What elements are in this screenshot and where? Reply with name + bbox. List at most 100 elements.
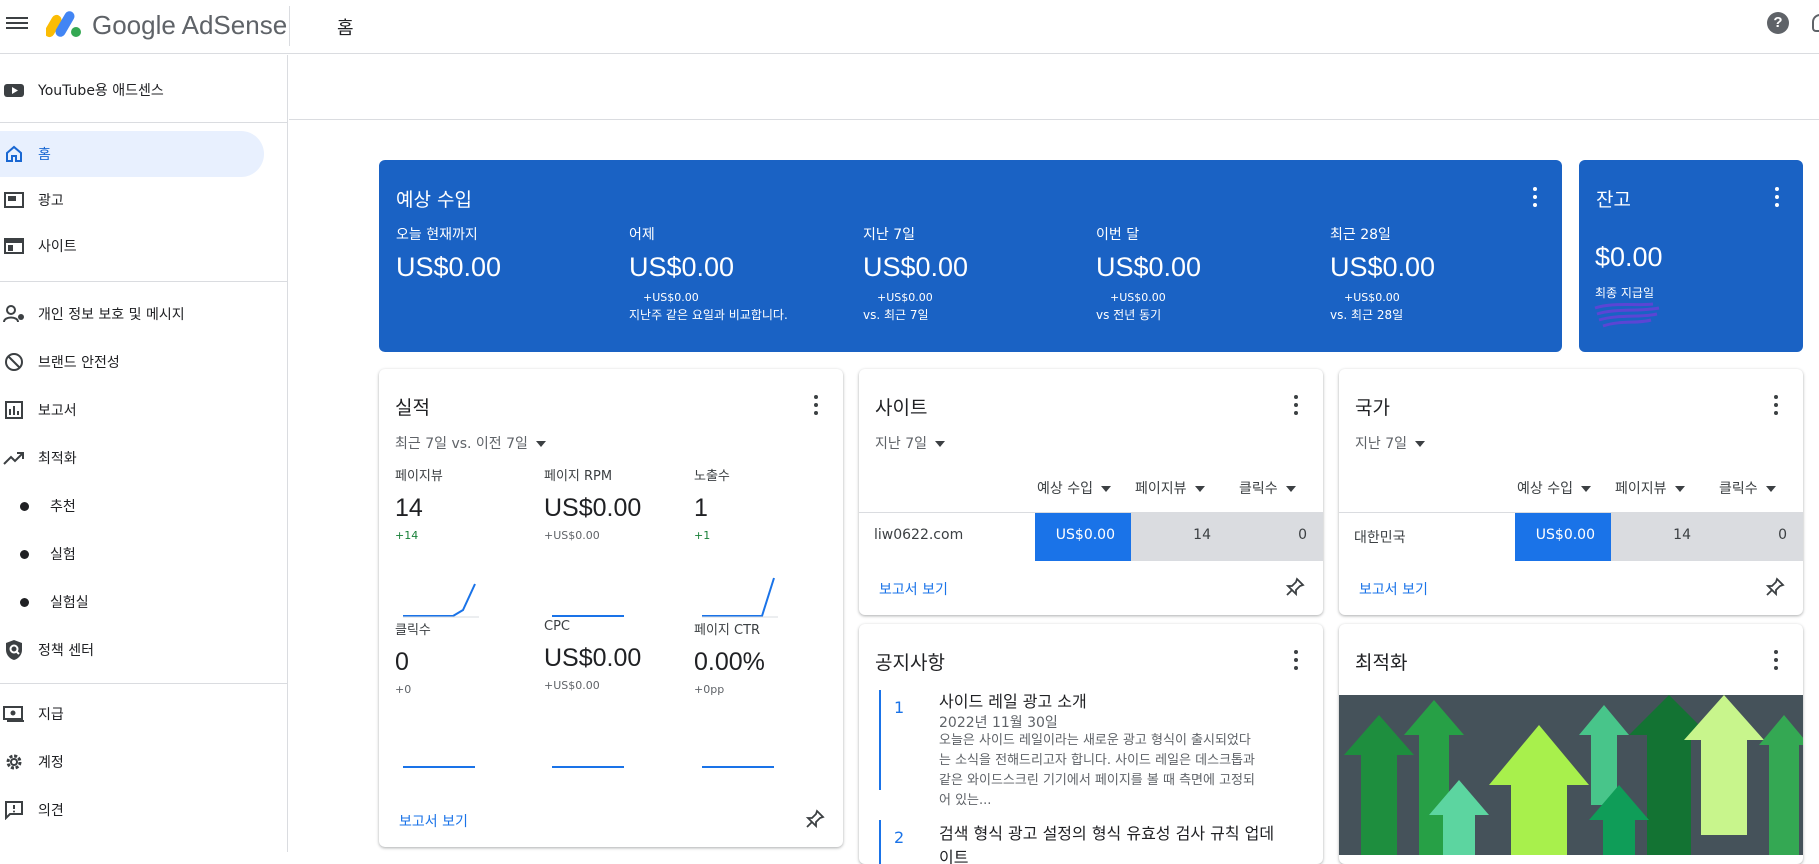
pin-icon[interactable]	[805, 809, 825, 829]
card-title: 공지사항	[875, 652, 945, 674]
metric-label: 페이지 RPM	[544, 469, 613, 484]
pin-icon[interactable]	[1765, 577, 1785, 597]
sidebar-item-youtube[interactable]: YouTube용 애드센스	[0, 67, 264, 113]
column-label: 페이지뷰	[1135, 481, 1187, 497]
metric-value: 0.00%	[694, 648, 765, 676]
sidebar-item-feedback[interactable]: 의견	[0, 787, 264, 833]
sparkline-clicks	[403, 766, 475, 768]
column-label: 페이지뷰	[1615, 481, 1667, 497]
home-icon	[2, 142, 26, 166]
cell-clicks: 0	[1707, 513, 1803, 561]
column-header-earnings[interactable]: 예상 수입	[1517, 478, 1591, 498]
notice-title[interactable]: 사이드 레일 광고 소개	[939, 688, 1087, 712]
notifications-icon[interactable]	[1812, 14, 1819, 32]
balance-card: 잔고 $0.00 최종 지급일	[1579, 160, 1803, 352]
date-range-dropdown[interactable]: 최근 7일 vs. 이전 7일	[395, 433, 546, 453]
sidebar-item-policy-center[interactable]: 정책 센터	[0, 627, 264, 673]
more-vert-icon[interactable]	[1774, 187, 1780, 207]
caret-down-icon	[1674, 486, 1685, 492]
privacy-person-icon	[2, 302, 26, 326]
view-report-link[interactable]: 보고서 보기	[399, 811, 468, 831]
metric-label: 어제	[629, 227, 655, 243]
metric-label: 페이지뷰	[395, 469, 443, 484]
metric-value: 14	[395, 494, 423, 522]
notice-title-line2[interactable]: 이트	[939, 844, 968, 864]
sidebar-item-label: 보고서	[38, 403, 77, 419]
column-header-clicks[interactable]: 클릭수	[1239, 478, 1296, 498]
menu-icon[interactable]	[6, 14, 28, 34]
sidebar-divider	[0, 683, 288, 684]
pin-icon[interactable]	[1285, 577, 1305, 597]
caret-down-icon	[1194, 486, 1205, 492]
caret-down-icon	[1580, 486, 1591, 492]
sidebar-item-recommendations[interactable]: 추천	[0, 483, 264, 529]
sidebar-item-privacy[interactable]: 개인 정보 보호 및 메시지	[0, 291, 264, 337]
metric-delta: +1	[694, 529, 711, 542]
column-label: 클릭수	[1719, 481, 1758, 497]
earnings-metric-this-month: 이번 달 US$0.00 +US$0.00 vs 전년 동기	[1096, 224, 1316, 323]
caret-down-icon	[1765, 486, 1776, 492]
bullet-icon	[20, 549, 29, 559]
perf-metric-clicks: 클릭수 0 +0	[395, 619, 535, 696]
table-row[interactable]: liw0622.com US$0.00 14 0	[859, 512, 1323, 561]
sites-card: 사이트 지난 7일 예상 수입 페이지뷰 클릭수 liw0622.com US$…	[859, 369, 1323, 615]
sidebar-item-experiments[interactable]: 실험	[0, 531, 264, 577]
view-report-link[interactable]: 보고서 보기	[1359, 579, 1428, 599]
more-vert-icon[interactable]	[1293, 395, 1299, 415]
metric-delta: +US$0.00	[544, 679, 600, 692]
notice-date: 2022년 11월 30일	[939, 715, 1058, 731]
more-vert-icon[interactable]	[1293, 650, 1299, 670]
metric-value: 0	[395, 648, 409, 676]
more-vert-icon[interactable]	[1773, 395, 1779, 415]
sidebar-item-sites[interactable]: 사이트	[0, 223, 264, 269]
column-label: 예상 수입	[1517, 481, 1573, 497]
countries-card: 국가 지난 7일 예상 수입 페이지뷰 클릭수 대한민국 US$0.00 14 …	[1339, 369, 1803, 615]
sidebar-item-label: 개인 정보 보호 및 메시지	[38, 307, 185, 323]
metric-delta: +US$0.00	[1110, 291, 1166, 304]
metric-value: US$0.00	[629, 252, 735, 282]
caret-down-icon	[1285, 486, 1296, 492]
sidebar-item-reports[interactable]: 보고서	[0, 387, 264, 433]
sidebar-item-optimization[interactable]: 최적화	[0, 435, 264, 481]
column-label: 예상 수입	[1037, 481, 1093, 497]
sidebar-item-brand-safety[interactable]: 브랜드 안전성	[0, 339, 264, 385]
page-title: 홈	[337, 18, 354, 39]
notices-card: 공지사항 1 사이드 레일 광고 소개 2022년 11월 30일 오늘은 사이…	[859, 624, 1323, 864]
notice-title[interactable]: 검색 형식 광고 설정의 형식 유효성 검사 규칙 업데	[939, 820, 1274, 844]
more-vert-icon[interactable]	[1773, 650, 1779, 670]
column-header-clicks[interactable]: 클릭수	[1719, 478, 1776, 498]
sidebar-item-ads[interactable]: 광고	[0, 177, 264, 223]
help-icon[interactable]: ?	[1767, 12, 1789, 34]
bar-chart-icon	[2, 398, 26, 422]
notice-number: 1	[894, 698, 905, 717]
table-row[interactable]: 대한민국 US$0.00 14 0	[1339, 512, 1803, 561]
metric-label: 노출수	[694, 469, 730, 484]
view-report-link[interactable]: 보고서 보기	[879, 579, 948, 599]
column-header-earnings[interactable]: 예상 수입	[1037, 478, 1111, 498]
metric-value: US$0.00	[396, 252, 502, 282]
metric-label: 지난 7일	[863, 227, 915, 243]
cell-pageviews: 14	[1131, 513, 1227, 561]
metric-label: CPC	[544, 619, 570, 634]
more-vert-icon[interactable]	[1532, 187, 1538, 207]
metric-label: 최근 28일	[1330, 227, 1391, 243]
sparkline-pageviews	[403, 583, 479, 618]
sidebar-item-home[interactable]: 홈	[0, 131, 264, 177]
card-title: 예상 수입	[396, 189, 472, 211]
metric-compare: 지난주 같은 요일과 비교합니다.	[629, 308, 788, 322]
column-header-pageviews[interactable]: 페이지뷰	[1135, 478, 1205, 498]
metric-delta: +0pp	[694, 683, 725, 696]
sidebar-item-labs[interactable]: 실험실	[0, 579, 264, 625]
more-vert-icon[interactable]	[813, 395, 819, 415]
column-header-pageviews[interactable]: 페이지뷰	[1615, 478, 1685, 498]
sidebar-item-payments[interactable]: 지급	[0, 691, 264, 737]
date-range-dropdown[interactable]: 지난 7일	[875, 433, 945, 453]
sidebar-item-account[interactable]: 계정	[0, 739, 264, 785]
perf-metric-page-rpm: 페이지 RPM US$0.00 +US$0.00	[544, 465, 684, 542]
date-range-dropdown[interactable]: 지난 7일	[1355, 433, 1425, 453]
sidebar-item-label: 실험실	[50, 595, 89, 611]
metric-compare: vs. 최근 7일	[863, 308, 929, 322]
growth-arrows-illustration	[1339, 695, 1803, 855]
sparkline-page-ctr	[702, 766, 774, 768]
row-country-name: 대한민국	[1354, 530, 1406, 546]
